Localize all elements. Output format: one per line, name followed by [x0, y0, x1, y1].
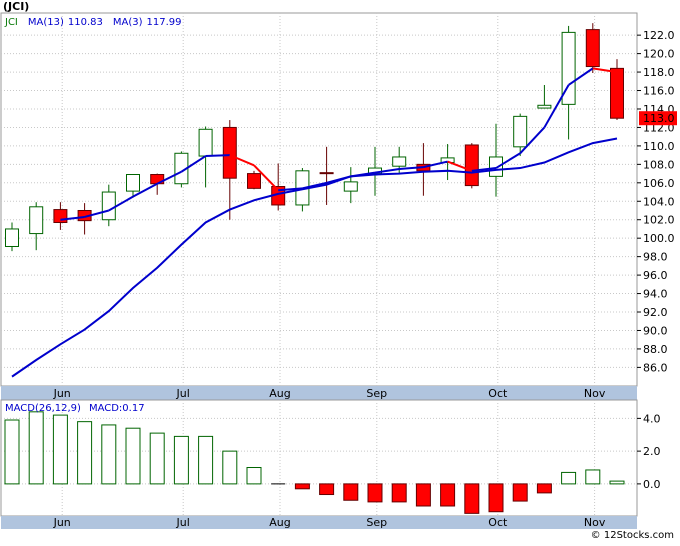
- candle-body: [126, 174, 140, 192]
- price-tick-label: 120.0: [643, 48, 675, 61]
- price-tick-label: 116.0: [643, 85, 675, 98]
- candle-body: [513, 115, 528, 148]
- macd-bar: [77, 421, 93, 485]
- price-tick-label: 94.0: [643, 288, 668, 301]
- price-tick-label: 104.0: [643, 195, 675, 208]
- month-label: Jun: [53, 387, 71, 400]
- macd-bar: [585, 469, 601, 485]
- footer-credit: © 12Stocks.com: [590, 530, 674, 541]
- candle-body: [610, 67, 624, 119]
- month-label: Oct: [488, 387, 508, 400]
- macd-bar: [440, 483, 456, 507]
- candle-body: [319, 172, 334, 175]
- price-tick-label: 92.0: [643, 306, 668, 319]
- price-tick-label: 96.0: [643, 269, 668, 282]
- price-tick-label: 102.0: [643, 214, 675, 227]
- macd-bar: [198, 435, 214, 485]
- macd-bar: [222, 450, 238, 485]
- macd-bar: [561, 471, 577, 485]
- price-tick-label: 98.0: [643, 251, 668, 264]
- candle-body: [464, 144, 479, 187]
- month-label: Nov: [584, 516, 606, 529]
- legend-label: MA(13): [28, 17, 64, 28]
- price-tick-label: 90.0: [643, 324, 668, 337]
- candle-body: [392, 156, 407, 167]
- macd-bar: [488, 483, 504, 513]
- macd-bar: [173, 435, 189, 485]
- macd-bar: [367, 483, 383, 503]
- legend-label: MA(3): [113, 17, 143, 28]
- macd-bar: [343, 483, 359, 501]
- macd-bar: [319, 483, 335, 496]
- macd-bar: [52, 414, 68, 485]
- macd-tick-label: 4.0: [643, 412, 661, 425]
- month-label: Aug: [269, 516, 290, 529]
- macd-legend-label: MACD(26,12,9): [5, 403, 81, 414]
- month-label: Oct: [488, 516, 508, 529]
- macd-bar: [125, 427, 141, 485]
- macd-legend-label: MACD:0.17: [89, 403, 145, 414]
- macd-bar: [464, 483, 480, 514]
- macd-tick-label: 2.0: [643, 445, 661, 458]
- price-tick-label: 110.0: [643, 140, 675, 153]
- candle-body: [537, 104, 552, 109]
- month-label: Sep: [366, 387, 387, 400]
- macd-bar: [415, 483, 431, 507]
- macd-bar: [246, 467, 262, 485]
- macd-tick-label: 0.0: [643, 478, 661, 491]
- candle-body: [5, 228, 19, 247]
- legend-value: 117.99: [147, 17, 182, 28]
- candle-body: [343, 181, 358, 192]
- macd-bar: [536, 483, 552, 494]
- price-tick-label: 88.0: [643, 343, 668, 356]
- macd-bar: [294, 483, 310, 490]
- legend-label: JCI: [4, 17, 18, 28]
- macd-legend: MACD(26,12,9) MACD:0.17: [5, 403, 145, 414]
- price-tick-label: 86.0: [643, 361, 668, 374]
- current-price-tag: 113.0: [639, 111, 677, 126]
- price-tick-label: 106.0: [643, 177, 675, 190]
- macd-bar: [101, 424, 117, 485]
- macd-bar: [391, 483, 407, 503]
- month-label: Jul: [176, 387, 190, 400]
- candle-body: [53, 209, 68, 223]
- price-tick-label: 108.0: [643, 158, 675, 171]
- price-axis-band: [1, 386, 637, 400]
- price-tag-label: 113.0: [643, 112, 675, 125]
- macd-bar: [609, 480, 625, 485]
- month-label: Jul: [176, 516, 190, 529]
- candle-body: [101, 191, 116, 221]
- stock-chart: 86.0 88.0 90.0 92.0 94.0 96.0 98.0 100.0 102.0 10…: [0, 12, 677, 529]
- month-label: Nov: [584, 387, 606, 400]
- month-label: Sep: [366, 516, 387, 529]
- candle-body: [29, 206, 44, 235]
- macd-bar: [512, 483, 528, 502]
- candle-body: [198, 128, 213, 157]
- candle-body: [222, 126, 237, 179]
- candle-body: [489, 156, 503, 177]
- macd-panel-frame: [0, 399, 638, 517]
- macd-bar: [28, 411, 44, 485]
- price-axis-labels: 86.0 88.0 90.0 92.0 94.0 96.0 98.0 100.0 102.0 10…: [637, 29, 675, 374]
- price-tick-label: 100.0: [643, 232, 675, 245]
- ma3-segment: [205, 154, 230, 158]
- price-tick-label: 122.0: [643, 29, 675, 42]
- candle-body: [585, 29, 600, 68]
- macd-axis-labels: 4.0 2.0 0.0: [637, 412, 661, 491]
- month-label: Jun: [53, 516, 71, 529]
- macd-bar: [4, 419, 20, 485]
- month-label: Aug: [269, 387, 290, 400]
- candle-body: [247, 173, 261, 189]
- macd-bar: [149, 432, 165, 485]
- price-tick-label: 118.0: [643, 66, 675, 79]
- price-legend: JCI MA(13) 110.83 MA(3) 117.99: [4, 17, 182, 28]
- macd-axis-band: [1, 516, 637, 529]
- legend-value: 110.83: [68, 17, 103, 28]
